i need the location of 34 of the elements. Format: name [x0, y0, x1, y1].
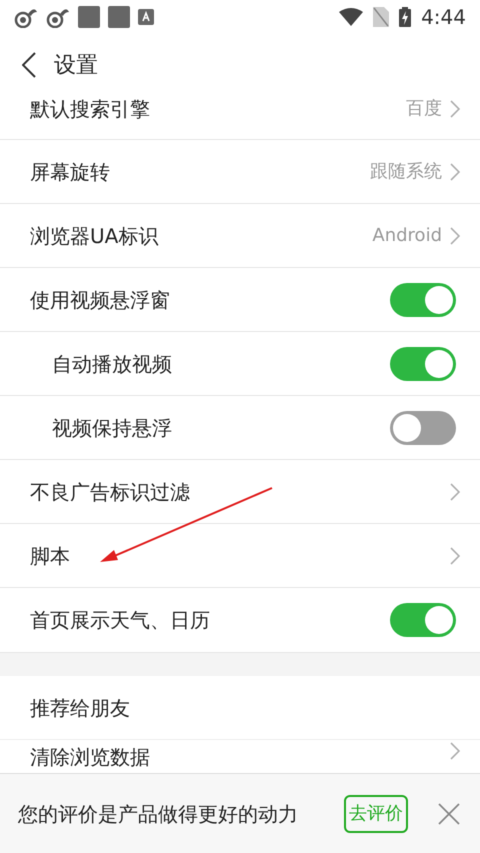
toggle-switch[interactable]	[390, 346, 456, 380]
notification-icon	[78, 6, 100, 28]
setting-label: 浏览器UA标识	[30, 222, 158, 250]
notification-icon	[108, 6, 130, 28]
no-sim-icon	[373, 7, 390, 27]
toggle-switch[interactable]	[390, 410, 456, 444]
toggle-switch[interactable]	[390, 603, 456, 637]
page-title: 设置	[54, 52, 98, 80]
chevron-right-icon	[450, 742, 460, 760]
chevron-right-icon	[450, 162, 460, 180]
chevron-right-icon	[450, 226, 460, 244]
status-time: 4:44	[421, 4, 466, 31]
toggle-switch[interactable]	[390, 282, 456, 316]
close-icon[interactable]	[438, 802, 460, 824]
setting-label: 首页展示天气、日历	[30, 607, 210, 634]
setting-label: 使用视频悬浮窗	[30, 286, 170, 314]
setting-label: 视频保持悬浮	[52, 414, 172, 442]
battery-charging-icon	[399, 7, 412, 27]
setting-label: 清除浏览数据	[30, 744, 150, 771]
setting-value: 百度	[406, 97, 442, 121]
chevron-right-icon	[450, 100, 460, 118]
setting-value: 跟随系统	[370, 160, 442, 184]
chevron-right-icon	[450, 482, 460, 500]
keyboard-icon	[138, 9, 154, 25]
rating-message: 您的评价是产品做得更好的动力	[18, 800, 299, 828]
setting-label: 自动播放视频	[52, 350, 172, 378]
setting-label: 不良广告标识过滤	[30, 478, 190, 506]
wifi-icon	[339, 8, 364, 26]
setting-label: 脚本	[30, 542, 70, 570]
chevron-right-icon	[450, 546, 460, 564]
setting-label: 默认搜索引擎	[30, 96, 150, 122]
setting-label: 推荐给朋友	[30, 694, 130, 722]
setting-label: 屏幕旋转	[30, 158, 110, 186]
setting-value: Android	[372, 224, 442, 248]
